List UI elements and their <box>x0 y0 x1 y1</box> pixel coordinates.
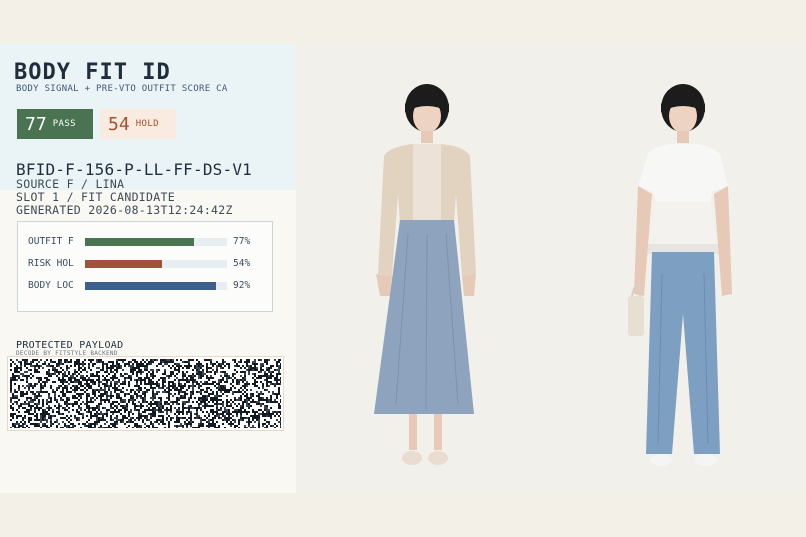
score-card: OUTFIT F 77% RISK HOL 54% BODY LOC 92% <box>17 221 273 312</box>
score-row-outfit: OUTFIT F 77% <box>18 235 274 249</box>
score-row-risk: RISK HOL 54% <box>18 257 274 271</box>
score-value: 77% <box>233 236 251 247</box>
score-bar-track <box>85 238 227 246</box>
page-title: BODY FIT ID <box>14 60 171 85</box>
model-figure-left <box>374 84 476 465</box>
score-bar-fill <box>85 260 162 268</box>
source-line: SOURCE F / LINA <box>16 177 125 191</box>
score-label: OUTFIT F <box>28 236 74 247</box>
score-value: 92% <box>233 280 251 291</box>
score-bar-fill <box>85 282 216 290</box>
hold-score-label: HOLD <box>135 119 159 129</box>
score-label: BODY LOC <box>28 280 74 291</box>
page-subtitle: BODY SIGNAL + PRE-VTO OUTFIT SCORE CA <box>16 84 228 94</box>
score-bar-track <box>85 282 227 290</box>
fit-id-panel: BODY FIT ID BODY SIGNAL + PRE-VTO OUTFIT… <box>0 44 296 493</box>
score-bar-fill <box>85 238 195 246</box>
outfit-photo-area <box>296 44 806 493</box>
pass-score-value: 77 <box>25 113 47 135</box>
generated-line: GENERATED 2026-08-13T12:24:42Z <box>16 203 233 217</box>
encoded-payload-pattern <box>7 356 284 431</box>
hold-score-value: 54 <box>108 113 130 135</box>
pass-score-label: PASS <box>52 119 76 129</box>
score-bar-track <box>85 260 227 268</box>
score-label: RISK HOL <box>28 258 74 269</box>
score-value: 54% <box>233 258 251 269</box>
pass-score-badge: 77 PASS <box>17 109 93 139</box>
hold-score-badge: 54 HOLD <box>100 109 176 139</box>
score-row-body: BODY LOC 92% <box>18 279 274 293</box>
model-figure-right <box>628 84 732 466</box>
slot-line: SLOT 1 / FIT CANDIDATE <box>16 190 175 204</box>
outfit-comparison-image <box>374 84 732 466</box>
payload-noise-image <box>10 359 281 428</box>
page: BODY FIT ID BODY SIGNAL + PRE-VTO OUTFIT… <box>0 0 806 537</box>
